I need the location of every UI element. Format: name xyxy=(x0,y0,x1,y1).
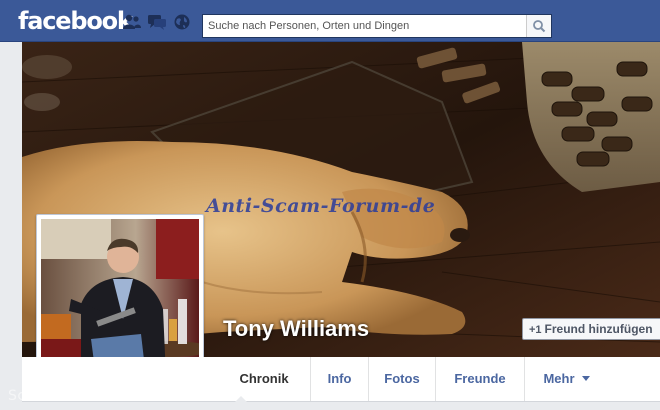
footer-watermark: ScamTV.info xyxy=(8,388,100,404)
add-friend-icon: +1 xyxy=(529,324,542,336)
tab-fotos[interactable]: Fotos xyxy=(368,357,435,401)
profile-picture-image xyxy=(41,219,199,377)
active-tab-indicator xyxy=(235,396,247,402)
messages-icon[interactable] xyxy=(147,13,167,31)
search-button[interactable] xyxy=(526,15,551,37)
search-input[interactable] xyxy=(203,15,525,37)
tab-chronik[interactable]: Chronik xyxy=(218,357,310,401)
timeline-navigation: Chronik Info Fotos Freunde Mehr xyxy=(22,357,660,402)
tab-mehr[interactable]: Mehr xyxy=(524,357,608,401)
friend-requests-icon[interactable] xyxy=(122,13,142,31)
top-navigation-bar: facebook xyxy=(0,0,660,42)
profile-name[interactable]: Tony Williams xyxy=(223,316,369,342)
page-left-gutter xyxy=(0,42,22,410)
chevron-down-icon xyxy=(581,376,590,381)
facebook-logo[interactable]: facebook xyxy=(18,8,133,34)
search-box xyxy=(202,14,552,38)
tab-freunde[interactable]: Freunde xyxy=(435,357,524,401)
cover-watermark: Anti-Scam-Forum-de xyxy=(206,195,436,217)
notifications-globe-icon[interactable] xyxy=(172,13,192,31)
add-friend-label: Freund hinzufügen xyxy=(544,322,653,336)
tab-info[interactable]: Info xyxy=(310,357,368,401)
magnifier-icon xyxy=(533,20,546,33)
add-friend-button[interactable]: +1 Freund hinzufügen xyxy=(522,318,660,340)
